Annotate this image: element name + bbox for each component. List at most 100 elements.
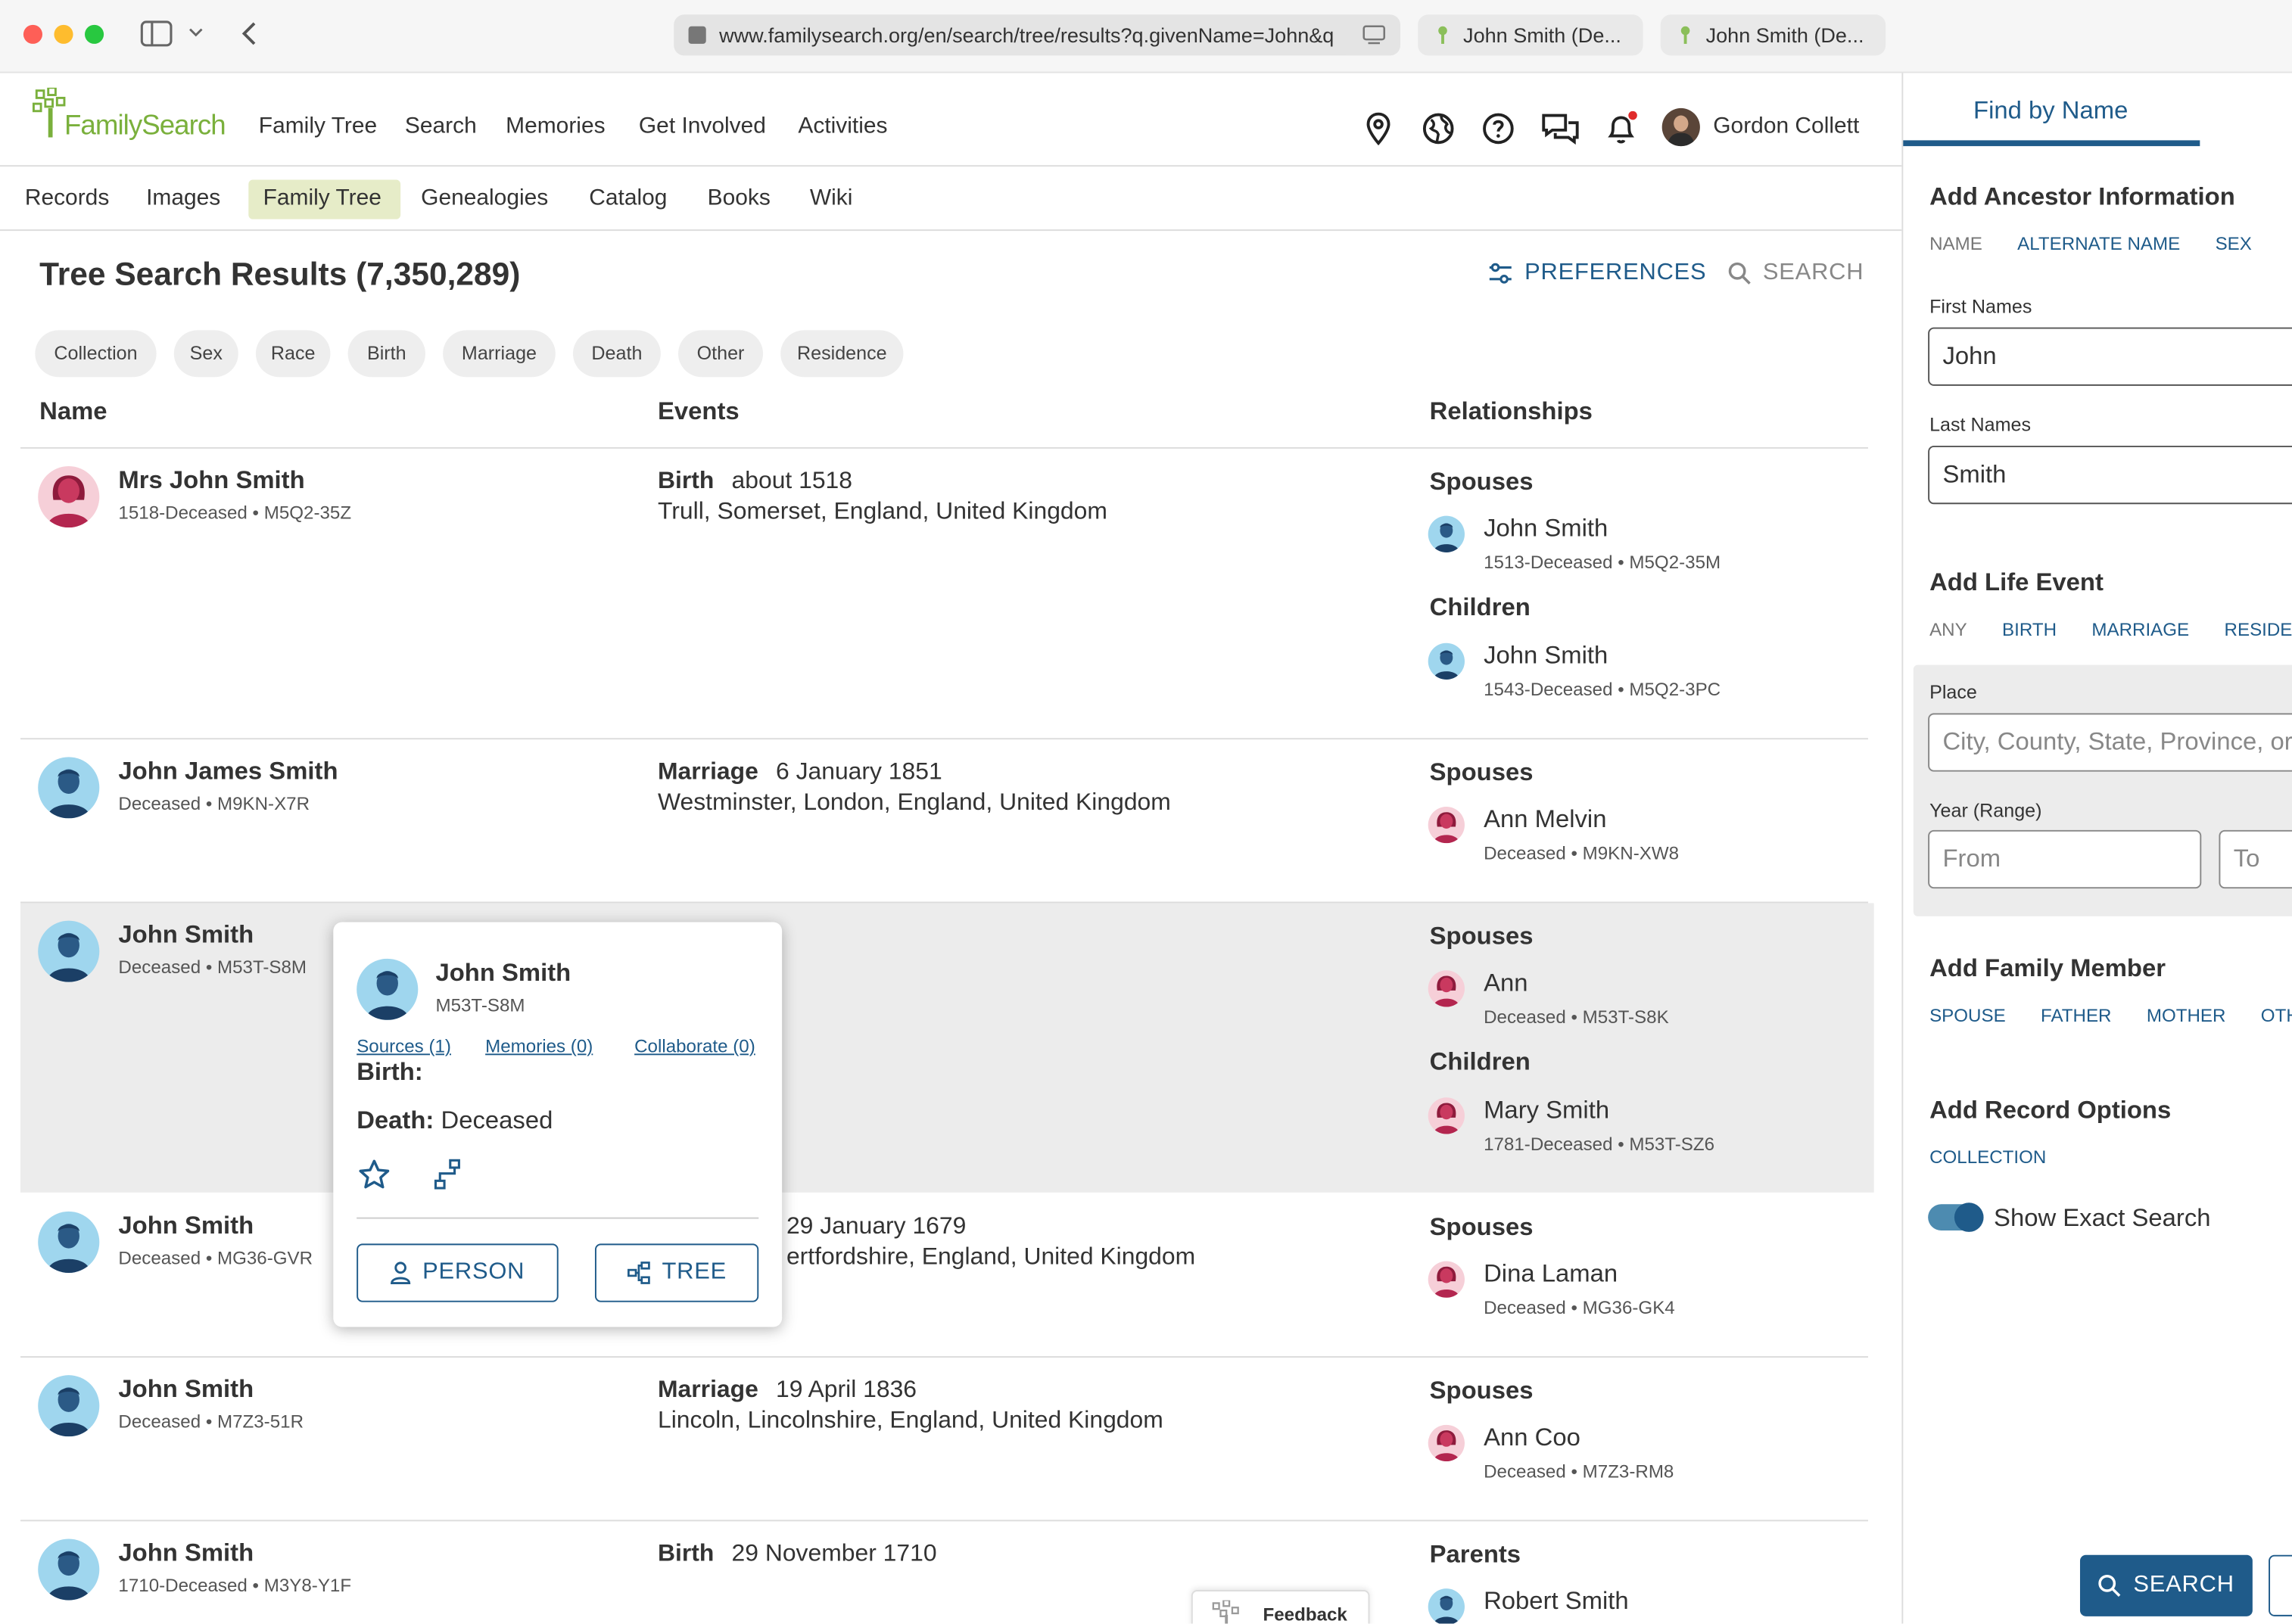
user-avatar[interactable] [1661,107,1700,147]
person-name[interactable]: John Smith [118,921,254,950]
nav-get-involved[interactable]: Get Involved [639,114,766,141]
messages-icon[interactable] [1540,111,1580,146]
person-name[interactable]: John James Smith [118,757,338,786]
filter-race[interactable]: Race [255,330,331,378]
tab-spouse[interactable]: SPOUSE [1929,1006,2006,1026]
collaborate-link[interactable]: Collaborate (0) [634,1036,755,1056]
relative-name[interactable]: Robert Smith [1484,1587,1629,1616]
nav-activities[interactable]: Activities [798,114,887,141]
tab-mother[interactable]: MOTHER [2147,1006,2226,1026]
event-date: 29 January 1679 [786,1212,967,1240]
column-header-relationships[interactable]: Relationships [1430,397,1593,427]
subnav-records[interactable]: Records [25,185,109,212]
year-to-input[interactable]: To [2219,829,2292,889]
column-header-name[interactable]: Name [39,397,107,427]
tab-birth[interactable]: BIRTH [2002,620,2057,640]
zoom-window-button[interactable] [85,24,104,44]
relationship-label: Children [1429,593,1531,621]
filter-birth[interactable]: Birth [347,330,425,378]
filter-sex[interactable]: Sex [173,330,238,378]
tab-father[interactable]: FATHER [2041,1006,2111,1026]
subnav-genealogies[interactable]: Genealogies [421,185,548,212]
event-type: Marriage [658,1377,758,1403]
search-submit-button[interactable]: SEARCH [2079,1554,2253,1616]
tab-sex[interactable]: SEX [2216,234,2252,254]
help-icon[interactable] [1481,111,1515,146]
tab-collection[interactable]: COLLECTION [1929,1147,2046,1168]
nav-family-tree[interactable]: Family Tree [259,114,377,141]
tab-alternate-name[interactable]: ALTERNATE NAME [2017,234,2180,254]
star-icon[interactable] [357,1157,391,1192]
nav-search[interactable]: Search [405,114,477,141]
relative-name[interactable]: Ann Melvin [1484,805,1606,835]
event-date: 19 April 1836 [776,1377,917,1403]
sources-link[interactable]: Sources (1) [357,1036,451,1056]
subnav-books[interactable]: Books [708,185,771,212]
family-member-heading: Add Family Member [1929,954,2166,982]
tab-find-by-name[interactable]: Find by Name [1973,96,2128,126]
chevron-down-icon[interactable] [188,26,203,38]
notifications-bell-icon[interactable] [1603,110,1638,146]
filter-death[interactable]: Death [572,330,661,378]
address-bar[interactable]: www.familysearch.org/en/search/tree/resu… [674,14,1401,56]
tree-button[interactable]: TREE [594,1243,759,1302]
reader-icon[interactable] [1362,25,1386,45]
person-name[interactable]: John Smith [118,1375,254,1405]
tab-other[interactable]: OTH [2261,1006,2292,1026]
pedigree-icon[interactable] [433,1157,462,1192]
tab-any[interactable]: ANY [1929,620,1967,640]
familysearch-logo[interactable]: FamilySearch [32,87,236,146]
preferences-label: PREFERENCES [1524,260,1707,285]
filter-residence[interactable]: Residence [780,330,904,378]
year-from-input[interactable]: From [1928,829,2202,889]
place-label: Place [1929,680,1977,703]
exact-search-label: Show Exact Search [1994,1204,2211,1232]
relative-name[interactable]: John Smith [1484,515,1608,544]
filter-other[interactable]: Other [678,330,764,378]
exact-search-toggle[interactable] [1928,1202,1984,1232]
subnav-wiki[interactable]: Wiki [810,185,853,212]
tab-name[interactable]: NAME [1929,234,1982,254]
memories-link[interactable]: Memories (0) [485,1036,593,1056]
first-names-input[interactable]: John [1928,327,2292,386]
row-divider [20,1356,1868,1358]
filter-collection[interactable]: Collection [35,330,157,378]
search-toggle-button[interactable]: SEARCH [1728,260,1864,287]
close-window-button[interactable] [23,24,43,44]
filter-marriage[interactable]: Marriage [443,330,556,378]
relative-name[interactable]: Mary Smith [1484,1096,1609,1125]
event-type: Birth [658,1540,715,1567]
reset-button[interactable] [2269,1554,2292,1616]
sidebar-toggle-icon[interactable] [140,20,173,47]
back-arrow-icon[interactable] [238,20,259,47]
subnav-family-tree[interactable]: Family Tree [263,185,381,212]
tab-residence[interactable]: RESIDE [2225,620,2292,640]
place-input[interactable]: City, County, State, Province, or [1928,713,2292,772]
user-name[interactable]: Gordon Collett [1713,114,1859,141]
last-names-input[interactable]: Smith [1928,445,2292,505]
female-avatar-icon [1428,1424,1465,1462]
relative-name[interactable]: Ann Coo [1484,1423,1580,1453]
tab-marriage[interactable]: MARRIAGE [2091,620,2189,640]
person-name[interactable]: Mrs John Smith [118,466,304,496]
column-header-events[interactable]: Events [658,397,740,427]
relative-name[interactable]: Ann [1484,969,1527,998]
browser-tab-2[interactable]: John Smith (De... [1660,14,1886,56]
globe-icon[interactable] [1421,111,1456,146]
preferences-button[interactable]: PREFERENCES [1488,260,1707,287]
person-name[interactable]: John Smith [118,1212,254,1241]
location-pin-icon[interactable] [1361,111,1396,146]
person-button[interactable]: PERSON [357,1243,559,1302]
male-avatar-icon [38,757,100,819]
feedback-button[interactable]: Feedback [1191,1590,1370,1624]
relative-name[interactable]: John Smith [1484,642,1608,671]
person-name[interactable]: John Smith [118,1538,254,1568]
header-divider [0,165,1902,167]
relative-name[interactable]: Dina Laman [1484,1260,1618,1290]
browser-tab-1[interactable]: John Smith (De... [1418,14,1643,56]
subnav-catalog[interactable]: Catalog [589,185,667,212]
tab-title: John Smith (De... [1463,23,1621,47]
subnav-images[interactable]: Images [146,185,220,212]
nav-memories[interactable]: Memories [506,114,605,141]
minimize-window-button[interactable] [54,24,73,44]
